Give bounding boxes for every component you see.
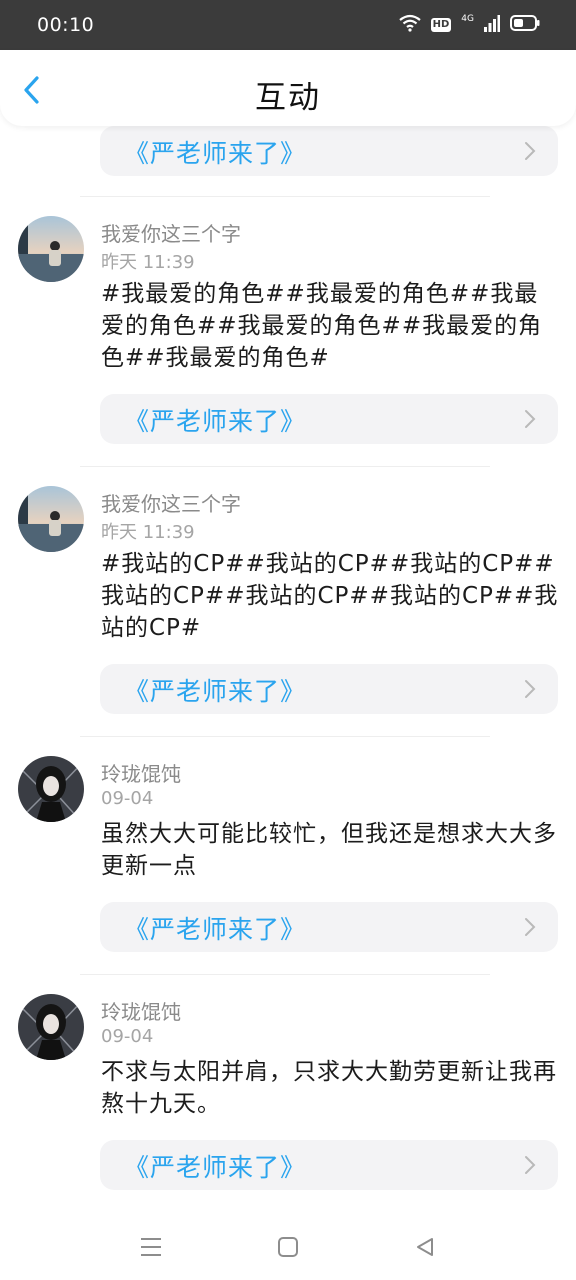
- chevron-right-icon: [525, 142, 536, 160]
- book-link-title: 《严老师来了》: [124, 407, 307, 436]
- home-square-icon: [278, 1237, 298, 1257]
- hd-badge: HD: [430, 18, 452, 32]
- menu-button[interactable]: [136, 1232, 166, 1262]
- chevron-right-icon: [525, 918, 536, 936]
- signal-icon: [484, 14, 500, 36]
- comment-time: 昨天 11:39: [101, 252, 195, 273]
- book-link-title: 《严老师来了》: [124, 1153, 307, 1182]
- avatar[interactable]: [18, 216, 84, 282]
- book-link-title: 《严老师来了》: [124, 139, 307, 168]
- home-button[interactable]: [273, 1232, 303, 1262]
- app-bar: 互动: [0, 50, 576, 126]
- comment-text: 虽然大大可能比较忙，但我还是想求大大多更新一点: [101, 821, 557, 879]
- comment-text: #我站的CP##我站的CP##我站的CP##我站的CP##我站的CP##我站的C…: [101, 551, 559, 641]
- comment-username[interactable]: 我爱你这三个字: [101, 218, 241, 247]
- book-link[interactable]: 《严老师来了》: [100, 126, 558, 176]
- comment-text: #我最爱的角色##我最爱的角色##我最爱的角色##我最爱的角色##我最爱的角色#…: [101, 281, 543, 371]
- comment-time: 昨天 11:39: [101, 522, 195, 543]
- chevron-right-icon: [525, 1156, 536, 1174]
- avatar[interactable]: [18, 994, 84, 1060]
- book-link-title: 《严老师来了》: [124, 677, 307, 706]
- status-bar: 00:10 HD 4G: [0, 0, 576, 50]
- book-link[interactable]: 《严老师来了》: [100, 902, 558, 952]
- divider: [80, 196, 490, 197]
- back-triangle-icon: [417, 1238, 433, 1256]
- wifi-icon: [398, 14, 421, 36]
- menu-icon: [141, 1238, 161, 1256]
- status-time: 00:10: [37, 14, 95, 36]
- chevron-right-icon: [525, 680, 536, 698]
- system-nav-bar: [0, 1216, 576, 1280]
- comment-username[interactable]: 玲珑馄饨: [101, 996, 181, 1025]
- comment-list[interactable]: 《严老师来了》 我爱你这三个字 昨天 11:39 #我最爱的角色##我最爱的角色…: [0, 126, 576, 1216]
- book-link[interactable]: 《严老师来了》: [100, 1140, 558, 1190]
- comment-time: 09-04: [101, 1026, 154, 1047]
- comment-text: 不求与太阳并肩，只求大大勤劳更新让我再熬十九天。: [101, 1059, 557, 1117]
- divider: [80, 974, 490, 975]
- comment-time: 09-04: [101, 788, 154, 809]
- network-type: 4G: [461, 14, 474, 24]
- chevron-right-icon: [525, 410, 536, 428]
- divider: [80, 736, 490, 737]
- comment-username[interactable]: 玲珑馄饨: [101, 758, 181, 787]
- book-link[interactable]: 《严老师来了》: [100, 664, 558, 714]
- avatar[interactable]: [18, 486, 84, 552]
- book-link[interactable]: 《严老师来了》: [100, 394, 558, 444]
- status-icons: HD 4G: [398, 14, 540, 36]
- back-nav-button[interactable]: [410, 1232, 440, 1262]
- battery-icon: [510, 15, 540, 35]
- avatar[interactable]: [18, 756, 84, 822]
- comment-username[interactable]: 我爱你这三个字: [101, 488, 241, 517]
- page-title: 互动: [255, 80, 321, 116]
- divider: [80, 466, 490, 467]
- book-link-title: 《严老师来了》: [124, 915, 307, 944]
